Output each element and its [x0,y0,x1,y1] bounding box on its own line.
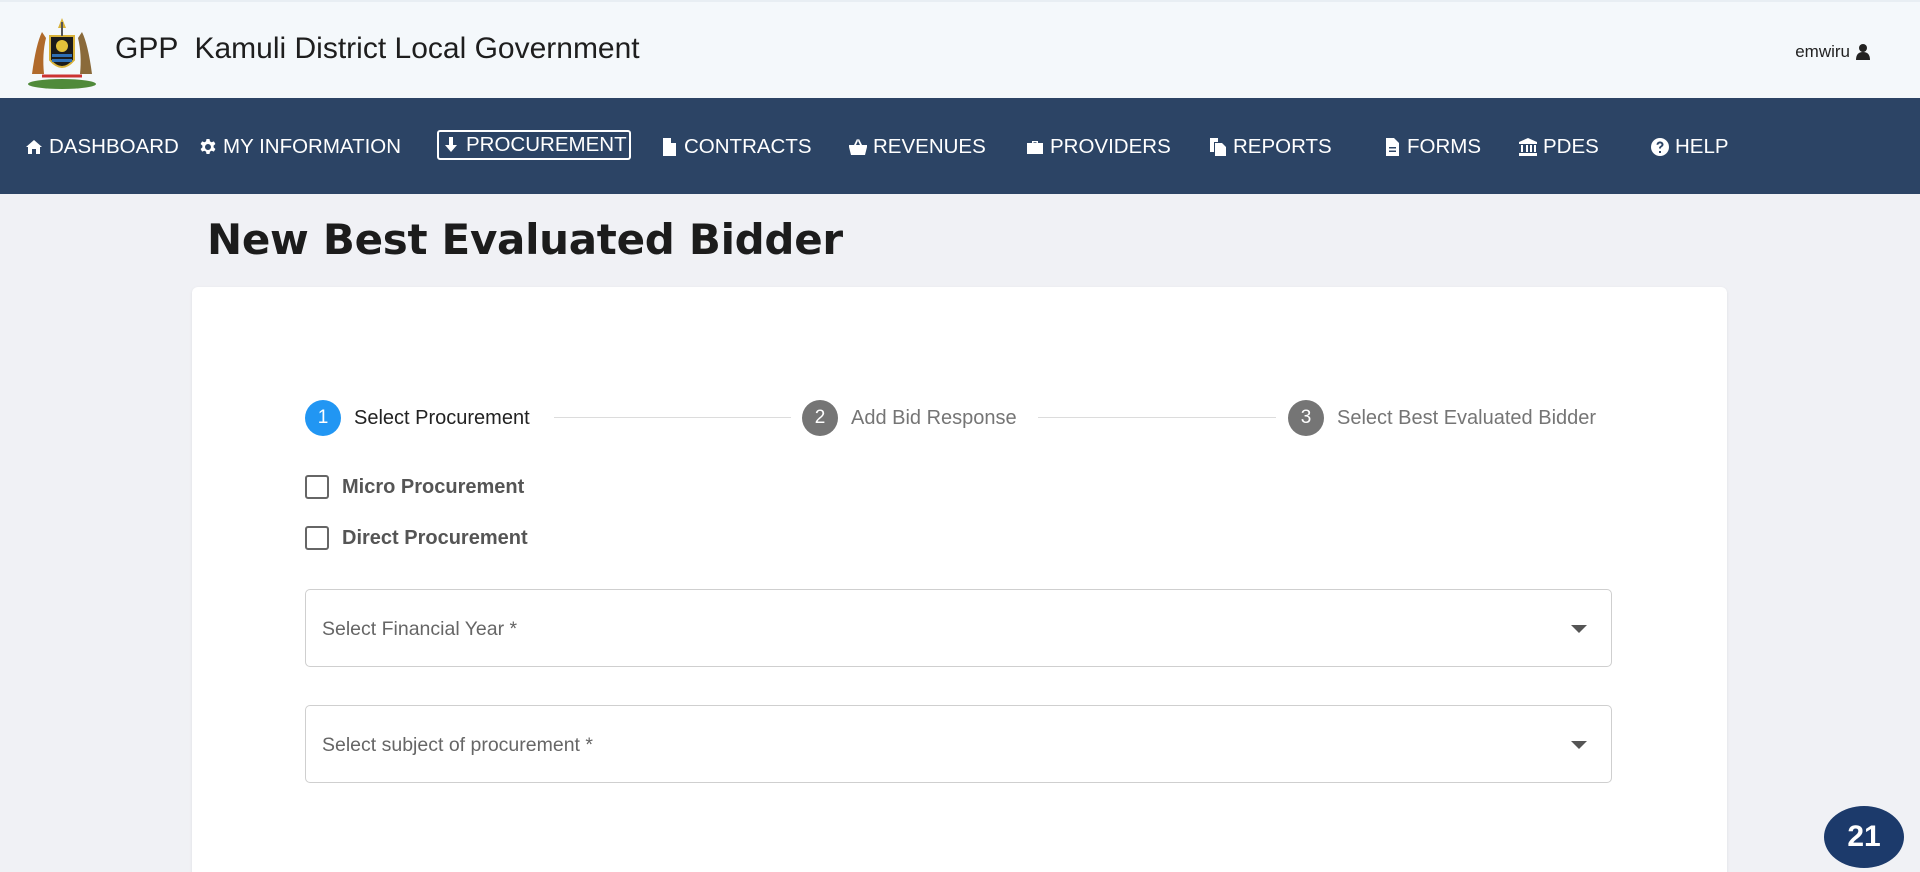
basket-icon [849,139,867,155]
nav-label: DASHBOARD [49,135,179,158]
micro-procurement-checkbox[interactable] [305,475,329,499]
nav-item-pdes[interactable]: PDES [1518,134,1599,160]
gear-icon [200,139,216,154]
nav-item-forms[interactable]: FORMS [1382,134,1481,160]
nav-item-dashboard[interactable]: DASHBOARD [24,134,179,160]
question-circle-icon [1651,138,1669,156]
bank-icon [1519,138,1537,156]
form-card: 1 Select Procurement 2 Add Bid Response … [192,287,1727,872]
coat-of-arms-logo [28,18,96,89]
brand-short: GPP [115,32,178,65]
nav-item-revenues[interactable]: REVENUES [848,134,986,160]
direct-procurement-label: Direct Procurement [342,526,528,549]
nav-item-reports[interactable]: REPORTS [1208,134,1332,160]
user-icon [1856,44,1870,60]
download-arrow-icon [445,137,457,152]
page-title: New Best Evaluated Bidder [207,215,843,264]
caret-down-icon [1571,741,1587,749]
site-brand[interactable]: GPP Kamuli District Local Government [115,32,640,66]
nav-label: HELP [1675,135,1729,158]
financial-year-select[interactable]: Select Financial Year * [305,589,1612,667]
notification-count-badge[interactable]: 21 [1824,806,1904,868]
step-number: 1 [305,400,341,436]
stepper-connector [554,417,791,418]
main-nav: DASHBOARD MY INFORMATION PROCUREMENT CON… [0,98,1920,194]
stepper-step-3[interactable]: 3 Select Best Evaluated Bidder [1288,400,1596,436]
user-menu[interactable]: emwiru [1795,42,1870,62]
financial-year-placeholder: Select Financial Year * [322,618,518,640]
nav-label: MY INFORMATION [223,135,402,158]
file-text-icon [1386,138,1399,156]
stepper-step-1[interactable]: 1 Select Procurement [305,400,530,436]
nav-label: REVENUES [873,135,986,158]
micro-procurement-option[interactable]: Micro Procurement [305,475,524,499]
nav-label: PDES [1543,135,1599,158]
step-number: 2 [802,400,838,436]
nav-label: PROCUREMENT [466,133,627,156]
stepper-step-2[interactable]: 2 Add Bid Response [802,400,1017,436]
home-icon [26,140,42,154]
direct-procurement-option[interactable]: Direct Procurement [305,526,528,550]
subject-placeholder: Select subject of procurement * [322,734,593,756]
nav-item-providers[interactable]: PROVIDERS [1025,134,1171,160]
nav-item-procurement[interactable]: PROCUREMENT [437,130,631,160]
nav-label: FORMS [1407,135,1482,158]
step-label: Add Bid Response [851,406,1017,429]
step-label: Select Procurement [354,406,530,429]
micro-procurement-label: Micro Procurement [342,475,525,498]
stepper-connector [1038,417,1276,418]
nav-label: CONTRACTS [684,135,812,158]
step-label: Select Best Evaluated Bidder [1337,406,1597,429]
nav-item-my-information[interactable]: MY INFORMATION [198,134,401,160]
subject-of-procurement-select[interactable]: Select subject of procurement * [305,705,1612,783]
nav-item-help[interactable]: HELP [1650,134,1729,160]
copy-icon [1210,138,1226,156]
nav-label: REPORTS [1233,135,1332,158]
nav-item-contracts[interactable]: CONTRACTS [659,134,812,160]
direct-procurement-checkbox[interactable] [305,526,329,550]
brand-organization: Kamuli District Local Government [194,32,640,65]
caret-down-icon [1571,625,1587,633]
briefcase-icon [1027,141,1043,154]
step-number: 3 [1288,400,1324,436]
top-header: GPP Kamuli District Local Government emw… [0,0,1920,98]
file-icon [663,138,676,156]
username: emwiru [1795,42,1850,61]
nav-label: PROVIDERS [1050,135,1171,158]
